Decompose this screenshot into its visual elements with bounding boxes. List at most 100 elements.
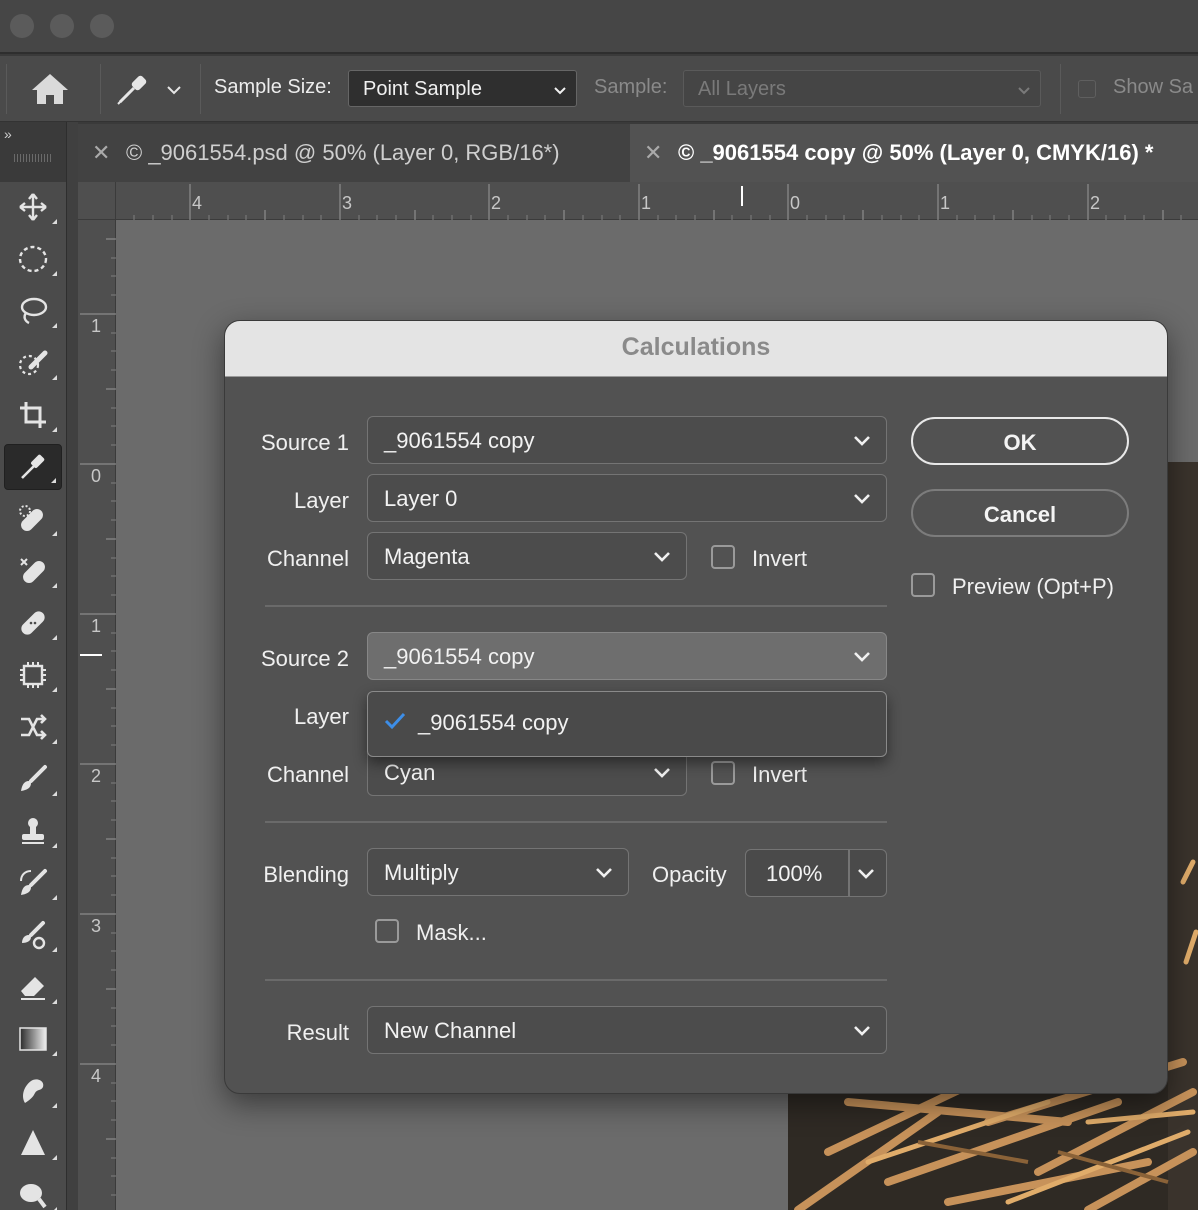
close-tab-icon[interactable]: ✕ (644, 140, 662, 166)
eraser-icon (21, 977, 45, 1000)
quick-selection-tool[interactable] (4, 340, 62, 386)
source1-channel-select[interactable]: Magenta (367, 532, 687, 580)
chevron-down-icon[interactable] (856, 864, 876, 884)
eyedropper-icon (21, 454, 45, 479)
show-sampling-ring-label: Show Sa (1113, 76, 1194, 98)
mixer-brush-tool[interactable] (4, 912, 62, 958)
spot-healing-tool[interactable] (4, 496, 62, 542)
checkmark-icon (384, 712, 406, 730)
sample-size-label: Sample Size: (214, 76, 332, 98)
ruler-label: 3 (91, 916, 102, 936)
sharpen-tool[interactable] (4, 1120, 62, 1166)
source1-select[interactable]: _9061554 copy (367, 416, 887, 464)
preview-label: Preview (Opt+P) (952, 574, 1114, 599)
source2-invert-checkbox[interactable] (711, 761, 735, 785)
source1-layer-select[interactable]: Layer 0 (367, 474, 887, 522)
tab-document-psd[interactable]: ✕ © _9061554.psd @ 50% (Layer 0, RGB/16*… (78, 124, 630, 182)
healing-brush-icon (20, 558, 45, 583)
lasso-icon (20, 297, 48, 325)
sample-select[interactable]: All Layers (683, 70, 1041, 107)
sample-size-select[interactable]: Point Sample (348, 70, 577, 107)
source2-layer-label: Layer (293, 704, 349, 729)
mixer-brush-icon (22, 921, 46, 950)
source2-select[interactable]: _9061554 copy (367, 632, 887, 680)
mask-label: Mask... (416, 920, 487, 945)
ruler-label: 3 (342, 193, 353, 213)
ruler-label: 0 (91, 466, 102, 486)
chevron-down-icon (167, 86, 181, 95)
move-tool[interactable] (4, 184, 62, 230)
crop-tool[interactable] (4, 392, 62, 438)
ruler-label: 0 (790, 193, 801, 213)
home-button[interactable] (18, 70, 82, 110)
toolbar-edge (66, 122, 78, 1210)
source2-layer-dropdown-menu: _9061554 copy (367, 691, 887, 757)
mask-checkbox[interactable] (375, 919, 399, 943)
eyedropper-tool[interactable] (4, 444, 62, 490)
chevron-down-icon (854, 652, 870, 662)
preview-checkbox[interactable] (911, 573, 935, 597)
eyedropper-icon (117, 75, 147, 105)
chevron-down-icon (596, 868, 612, 878)
sample-size-value: Point Sample (363, 78, 482, 100)
content-aware-tool[interactable] (4, 652, 62, 698)
result-select[interactable]: New Channel (367, 1006, 887, 1054)
history-brush-tool[interactable] (4, 860, 62, 906)
chevron-down-icon (654, 552, 670, 562)
ruler-label: 1 (91, 616, 102, 636)
close-window-button[interactable] (10, 14, 34, 38)
clone-stamp-tool[interactable] (4, 808, 62, 854)
ruler-label: 2 (491, 193, 502, 213)
close-tab-icon[interactable]: ✕ (92, 140, 110, 166)
cancel-button[interactable]: Cancel (911, 489, 1129, 537)
dodge-tool[interactable] (4, 1172, 62, 1210)
zoom-window-button[interactable] (90, 14, 114, 38)
eraser-tool[interactable] (4, 964, 62, 1010)
opacity-value[interactable]: 100% (766, 861, 822, 887)
ruler-label: 1 (940, 193, 951, 213)
opacity-label: Opacity (652, 862, 727, 887)
sample-value: All Layers (698, 78, 786, 100)
ruler-vertical[interactable]: 1 0 1 2 3 4 (78, 220, 116, 1210)
window-title-bar (0, 0, 1198, 54)
dropdown-item-label: _9061554 copy (418, 710, 569, 735)
tab-document-copy[interactable]: ✕ © _9061554 copy @ 50% (Layer 0, CMYK/1… (630, 124, 1198, 182)
chevron-down-icon (1018, 87, 1030, 95)
result-label: Result (286, 1020, 349, 1045)
gradient-tool[interactable] (4, 1016, 62, 1062)
marquee-tool[interactable] (4, 236, 62, 282)
tab-label: © _9061554.psd @ 50% (Layer 0, RGB/16*) (126, 140, 560, 165)
stamp-icon (22, 818, 44, 844)
dialog-title: Calculations (225, 321, 1167, 377)
source1-channel-value: Magenta (384, 544, 470, 569)
chevron-down-icon (854, 436, 870, 446)
blending-select[interactable]: Multiply (367, 848, 629, 896)
toolbar-grip[interactable] (14, 154, 52, 162)
gradient-icon (19, 1027, 47, 1051)
content-aware-move-tool[interactable] (4, 704, 62, 750)
tool-preset-picker[interactable] (112, 70, 190, 110)
minimize-window-button[interactable] (50, 14, 74, 38)
patch-tool[interactable] (4, 600, 62, 646)
result-value: New Channel (384, 1018, 517, 1043)
opacity-field[interactable]: 100% (745, 849, 887, 897)
dropdown-menu-item[interactable]: _9061554 copy (368, 692, 886, 756)
divider (265, 821, 887, 823)
collapse-panel-button[interactable]: » (4, 126, 12, 142)
healing-brush-tool[interactable] (4, 548, 62, 594)
smudge-tool[interactable] (4, 1068, 62, 1114)
ok-button[interactable]: OK (911, 417, 1129, 465)
source1-invert-checkbox[interactable] (711, 545, 735, 569)
lasso-tool[interactable] (4, 288, 62, 334)
divider (265, 605, 887, 607)
brush-icon (21, 765, 47, 791)
quick-selection-icon (18, 350, 48, 376)
brush-tool[interactable] (4, 756, 62, 802)
chevron-down-icon (854, 1026, 870, 1036)
options-bar: Sample Size: Point Sample Sample: All La… (0, 56, 1198, 122)
source1-layer-value: Layer 0 (384, 486, 458, 511)
ruler-label: 2 (1090, 193, 1101, 213)
ruler-horizontal[interactable]: 4 3 2 1 0 1 2 (78, 182, 1198, 220)
show-sampling-ring-checkbox[interactable] (1078, 80, 1096, 98)
ruler-origin[interactable] (78, 182, 116, 220)
